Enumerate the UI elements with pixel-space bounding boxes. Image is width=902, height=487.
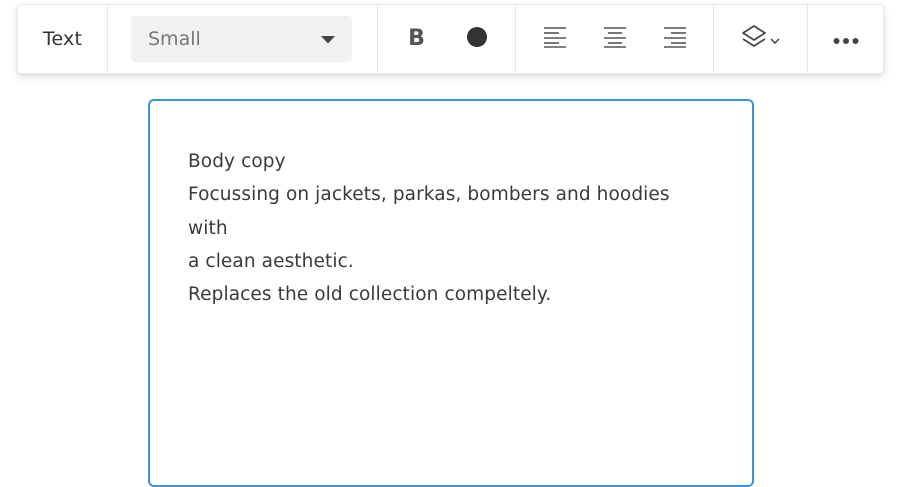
text-editor[interactable]: Body copy Focussing on jackets, parkas, … [148,99,754,487]
bold-button[interactable]: B [399,21,435,57]
toolbar-label-section: Text [18,5,108,73]
editor-line: a clean aesthetic. [188,250,354,272]
text-toolbar: Text Small B [17,4,884,74]
editor-line: Replaces the old collection compeltely. [188,284,552,306]
layer-dropdown-button[interactable] [736,21,786,57]
editor-line: Body copy [188,151,286,172]
text-style-section: B [378,5,516,73]
color-circle-icon [466,26,488,52]
editor-line: Focussing on jackets, parkas, bombers an… [188,184,670,239]
more-section [808,5,883,73]
font-size-select[interactable]: Small [131,16,352,62]
align-center-icon [603,26,627,52]
align-right-button[interactable] [657,21,693,57]
align-left-icon [543,26,567,52]
align-right-icon [663,26,687,52]
alignment-section [516,5,714,73]
text-color-button[interactable] [459,21,495,57]
caret-down-icon [320,30,336,49]
align-left-button[interactable] [537,21,573,57]
layer-section [714,5,808,73]
chevron-down-icon [770,30,780,49]
align-center-button[interactable] [597,21,633,57]
more-options-button[interactable] [828,21,864,57]
more-horizontal-icon [833,30,859,49]
layers-icon [741,24,767,54]
toolbar-title: Text [42,28,83,50]
font-size-section: Small [108,5,378,73]
font-size-select-value: Small [148,28,201,50]
bold-icon: B [408,26,425,51]
